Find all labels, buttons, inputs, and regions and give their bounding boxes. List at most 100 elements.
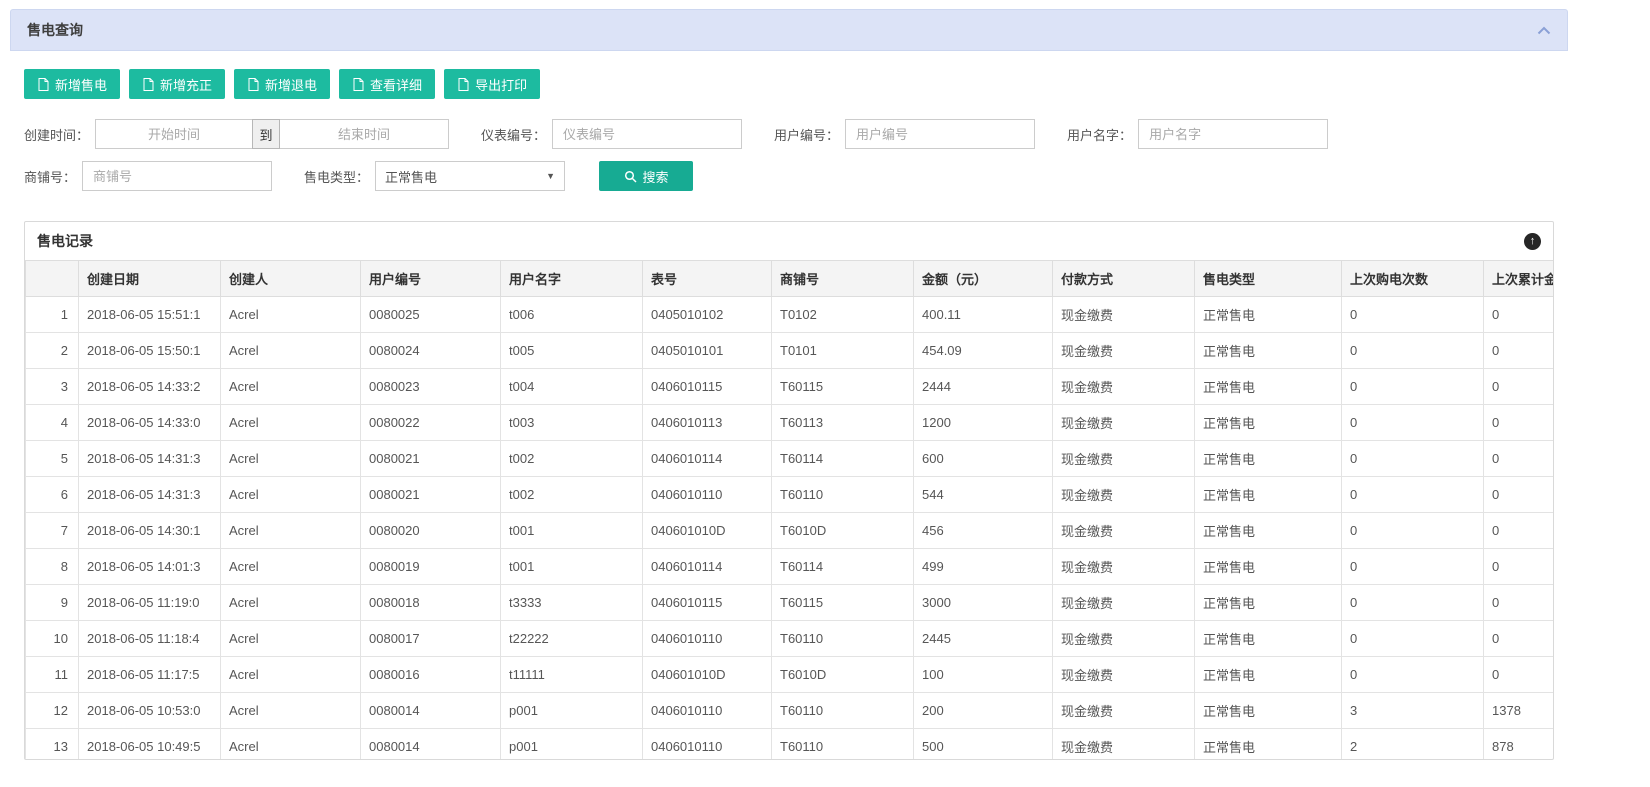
- table-row[interactable]: 132018-06-05 10:49:5Acrel0080014p0010406…: [26, 729, 1555, 761]
- collapse-chevron-icon[interactable]: [1537, 26, 1551, 35]
- sale-type-label: 售电类型：: [304, 167, 369, 186]
- table-cell: 1200: [914, 405, 1053, 441]
- table-body: 12018-06-05 15:51:1Acrel0080025t00604050…: [26, 297, 1555, 761]
- table-cell: t002: [501, 441, 643, 477]
- table-cell: 2018-06-05 14:31:3: [79, 441, 221, 477]
- table-cell: 2: [1342, 729, 1484, 761]
- table-cell: 8: [26, 549, 79, 585]
- table-cell: 0: [1342, 333, 1484, 369]
- table-cell: 600: [914, 441, 1053, 477]
- caret-down-icon: ▼: [546, 171, 555, 181]
- table-cell: 040601010D: [643, 513, 772, 549]
- table-cell: 2018-06-05 14:01:3: [79, 549, 221, 585]
- table-cell: T60114: [772, 441, 914, 477]
- table-row[interactable]: 92018-06-05 11:19:0Acrel0080018t33330406…: [26, 585, 1555, 621]
- table-cell: 正常售电: [1195, 729, 1342, 761]
- table-cell: 0405010102: [643, 297, 772, 333]
- date-range-to-label: 到: [252, 119, 280, 149]
- table-row[interactable]: 52018-06-05 14:31:3Acrel0080021t00204060…: [26, 441, 1555, 477]
- table-cell: Acrel: [221, 513, 361, 549]
- table-row[interactable]: 82018-06-05 14:01:3Acrel0080019t00104060…: [26, 549, 1555, 585]
- table-cell: Acrel: [221, 333, 361, 369]
- table-cell: 0: [1342, 621, 1484, 657]
- table-cell: 11: [26, 657, 79, 693]
- table-cell: T60115: [772, 369, 914, 405]
- shop-no-input[interactable]: [82, 161, 272, 191]
- table-cell: 2018-06-05 14:33:0: [79, 405, 221, 441]
- table-row[interactable]: 62018-06-05 14:31:3Acrel0080021t00204060…: [26, 477, 1555, 513]
- table-cell: T60114: [772, 549, 914, 585]
- table-cell: 0080023: [361, 369, 501, 405]
- table-cell: 0: [1484, 369, 1555, 405]
- export-print-button[interactable]: 导出打印: [444, 69, 540, 99]
- table-cell: 9: [26, 585, 79, 621]
- table-cell: 0: [1484, 549, 1555, 585]
- add-sale-button[interactable]: 新增售电: [24, 69, 120, 99]
- table-cell: p001: [501, 693, 643, 729]
- table-cell: 0406010110: [643, 621, 772, 657]
- table-cell: 2018-06-05 15:50:1: [79, 333, 221, 369]
- column-header: 售电类型: [1195, 261, 1342, 297]
- table-cell: 正常售电: [1195, 369, 1342, 405]
- table-cell: Acrel: [221, 693, 361, 729]
- table-cell: 500: [914, 729, 1053, 761]
- records-panel: 售电记录 ↑ 创建日期创建人用户编号用户名字表号商铺号金额（元）付款方式售电类型…: [24, 221, 1554, 760]
- table-row[interactable]: 22018-06-05 15:50:1Acrel0080024t00504050…: [26, 333, 1555, 369]
- table-cell: 现金缴费: [1053, 729, 1195, 761]
- table-cell: 2018-06-05 15:51:1: [79, 297, 221, 333]
- scroll-top-icon[interactable]: ↑: [1524, 233, 1541, 250]
- table-row[interactable]: 72018-06-05 14:30:1Acrel0080020t00104060…: [26, 513, 1555, 549]
- table-row[interactable]: 12018-06-05 15:51:1Acrel0080025t00604050…: [26, 297, 1555, 333]
- table-cell: 2444: [914, 369, 1053, 405]
- table-cell: Acrel: [221, 621, 361, 657]
- table-cell: T6010D: [772, 657, 914, 693]
- table-cell: 0: [1484, 405, 1555, 441]
- table-cell: T60110: [772, 729, 914, 761]
- table-cell: 正常售电: [1195, 441, 1342, 477]
- search-button[interactable]: 搜索: [599, 161, 693, 191]
- table-row[interactable]: 112018-06-05 11:17:5Acrel0080016t1111104…: [26, 657, 1555, 693]
- table-cell: T6010D: [772, 513, 914, 549]
- table-cell: 1: [26, 297, 79, 333]
- table-cell: 现金缴费: [1053, 585, 1195, 621]
- view-detail-button[interactable]: 查看详细: [339, 69, 435, 99]
- table-row[interactable]: 42018-06-05 14:33:0Acrel0080022t00304060…: [26, 405, 1555, 441]
- column-header: 上次累计金额: [1484, 261, 1555, 297]
- table-cell: 正常售电: [1195, 549, 1342, 585]
- user-name-input[interactable]: [1138, 119, 1328, 149]
- search-button-label: 搜索: [643, 167, 669, 186]
- table-cell: 2018-06-05 14:31:3: [79, 477, 221, 513]
- meter-no-input[interactable]: [552, 119, 742, 149]
- table-cell: 0406010114: [643, 441, 772, 477]
- table-row[interactable]: 32018-06-05 14:33:2Acrel0080023t00404060…: [26, 369, 1555, 405]
- sale-type-select[interactable]: 正常售电 ▼: [375, 161, 565, 191]
- table-cell: 0406010110: [643, 729, 772, 761]
- document-icon: [352, 78, 364, 91]
- end-time-input[interactable]: [279, 119, 449, 149]
- table-cell: t004: [501, 369, 643, 405]
- table-row[interactable]: 122018-06-05 10:53:0Acrel0080014p0010406…: [26, 693, 1555, 729]
- table-cell: 现金缴费: [1053, 405, 1195, 441]
- start-time-input[interactable]: [95, 119, 253, 149]
- filter-row-1: 创建时间： 到 仪表编号： 用户编号： 用户名字：: [24, 119, 1554, 149]
- add-sale-label: 新增售电: [55, 75, 107, 94]
- table-cell: 现金缴费: [1053, 297, 1195, 333]
- table-cell: 0080021: [361, 477, 501, 513]
- search-icon: [624, 170, 637, 183]
- table-cell: 400.11: [914, 297, 1053, 333]
- table-cell: Acrel: [221, 441, 361, 477]
- add-refund-button[interactable]: 新增退电: [234, 69, 330, 99]
- table-cell: 0: [1342, 657, 1484, 693]
- table-row[interactable]: 102018-06-05 11:18:4Acrel0080017t2222204…: [26, 621, 1555, 657]
- table-cell: 1378: [1484, 693, 1555, 729]
- table-cell: 现金缴费: [1053, 477, 1195, 513]
- table-cell: 7: [26, 513, 79, 549]
- table-cell: t001: [501, 513, 643, 549]
- user-no-input[interactable]: [845, 119, 1035, 149]
- table-cell: 0080014: [361, 729, 501, 761]
- table-cell: 0: [1342, 441, 1484, 477]
- table-cell: 0: [1342, 369, 1484, 405]
- create-time-range-group: 到: [95, 119, 449, 149]
- add-recharge-correction-button[interactable]: 新增充正: [129, 69, 225, 99]
- column-header: [26, 261, 79, 297]
